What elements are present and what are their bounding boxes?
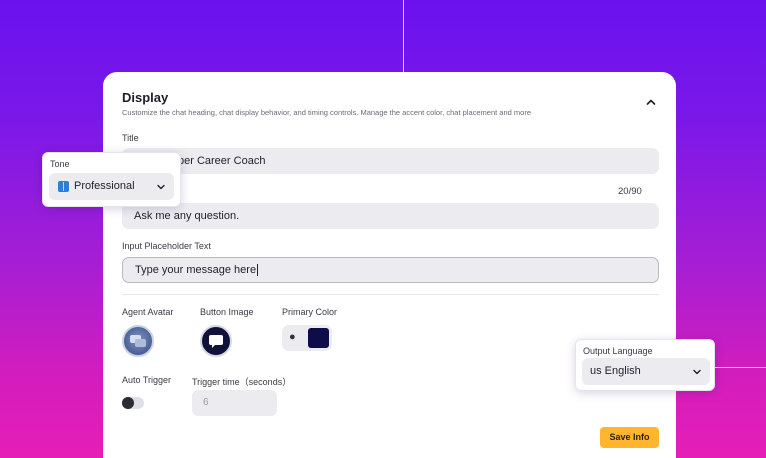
chevron-up-icon[interactable]: [644, 95, 658, 109]
auto-trigger-label: Auto Trigger: [122, 375, 172, 385]
text-caret: [257, 264, 259, 277]
tone-popover: Tone Professional: [42, 152, 181, 207]
welcome-message-input[interactable]: Ask me any question.: [122, 203, 659, 229]
output-language-popover: Output Language us English: [575, 339, 715, 391]
welcome-message-value: Ask me any question.: [134, 210, 240, 222]
panel-subtitle: Customize the chat heading, chat display…: [122, 108, 531, 117]
trigger-time-label: Trigger time（seconds）: [192, 377, 292, 387]
tone-label: Tone: [50, 159, 70, 169]
placeholder-input[interactable]: Type your message here: [122, 257, 659, 283]
primary-color-picker[interactable]: ●: [282, 325, 332, 351]
welcome-char-counter: 20/90: [618, 186, 642, 197]
placeholder-input-value: Type your message here: [135, 264, 257, 276]
tone-value: Professional: [74, 180, 135, 192]
output-language-label: Output Language: [583, 346, 653, 356]
title-input[interactable]: per Career Coach: [122, 148, 659, 174]
agent-avatar[interactable]: [122, 325, 154, 357]
chevron-down-icon: [693, 369, 701, 375]
decorative-line-horizontal: [714, 367, 766, 368]
output-language-value: us English: [590, 365, 641, 377]
output-language-select[interactable]: us English: [582, 358, 710, 385]
decorative-line-vertical: [403, 0, 404, 73]
panel-title: Display: [122, 90, 169, 105]
chat-bubbles-icon: [130, 335, 146, 347]
trigger-time-input[interactable]: 6: [192, 390, 277, 416]
toggle-knob: [122, 397, 134, 409]
message-icon: [209, 335, 223, 348]
primary-color-swatch[interactable]: [308, 328, 329, 348]
palette-icon: ●: [289, 331, 296, 343]
agent-avatar-label: Agent Avatar: [122, 307, 174, 317]
placeholder-label: Input Placeholder Text: [122, 241, 211, 251]
primary-color-label: Primary Color: [282, 307, 338, 317]
book-icon: [58, 181, 69, 192]
button-image-label: Button Image: [200, 307, 254, 317]
display-settings-panel: Display Customize the chat heading, chat…: [103, 72, 676, 458]
button-image[interactable]: [200, 325, 232, 357]
trigger-time-value: 6: [203, 397, 209, 408]
tone-select[interactable]: Professional: [49, 173, 174, 200]
title-label: Title: [122, 133, 139, 143]
chevron-down-icon: [157, 184, 165, 190]
section-divider: [122, 294, 659, 295]
auto-trigger-toggle[interactable]: [122, 397, 144, 409]
save-info-button[interactable]: Save Info: [600, 427, 659, 448]
